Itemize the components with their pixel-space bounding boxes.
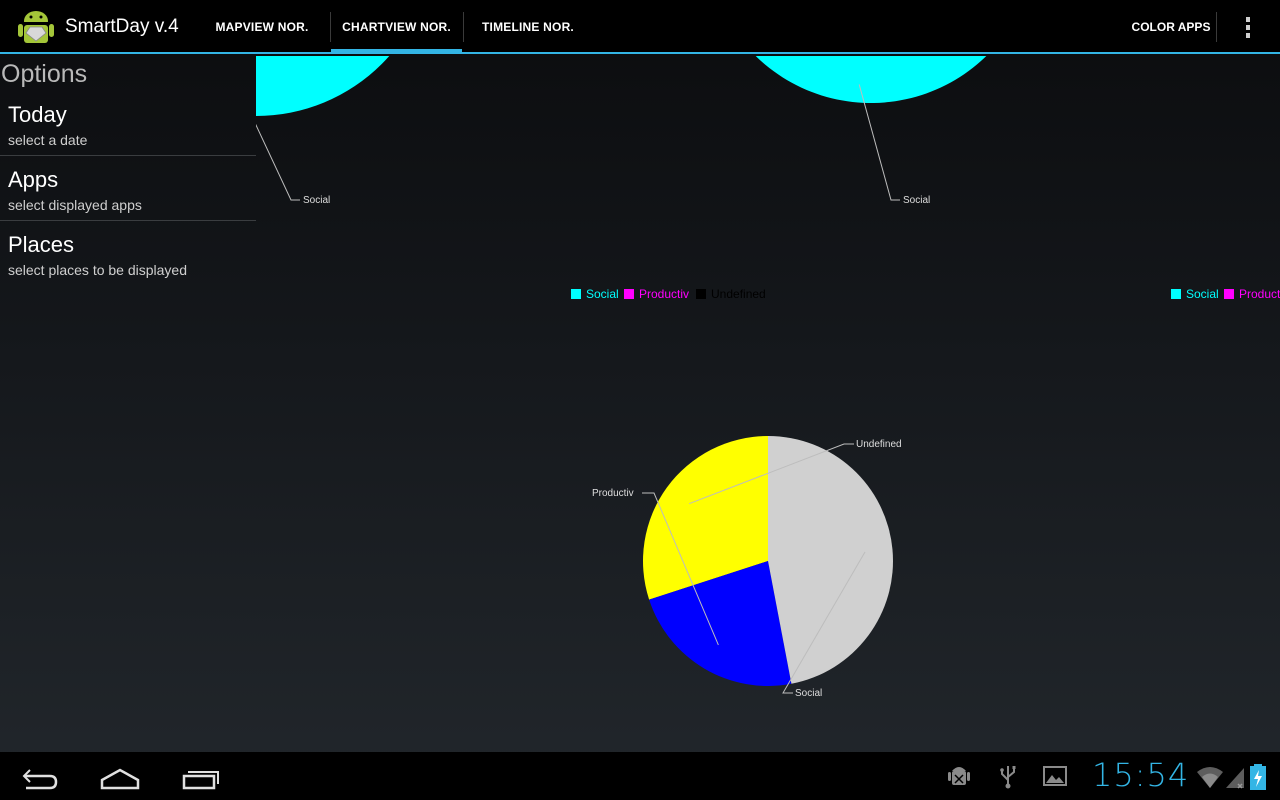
pie-slice-social — [755, 56, 987, 103]
system-bar: 15:54 — [0, 752, 1280, 800]
option-divider — [0, 220, 256, 221]
legend-item-undefined: Undefined — [696, 287, 766, 301]
action-divider — [1216, 12, 1217, 42]
usb-icon — [1000, 766, 1016, 789]
legend-label: Undefined — [711, 287, 766, 301]
legend-item-social: Social — [1171, 287, 1219, 301]
option-places[interactable]: Places select places to be displayed — [0, 232, 256, 296]
legend-swatch — [1224, 289, 1234, 299]
battery-icon — [1250, 764, 1266, 790]
app-title: SmartDay v.4 — [65, 16, 179, 37]
legend-swatch — [571, 289, 581, 299]
legend-swatch — [624, 289, 634, 299]
option-today[interactable]: Today select a date — [0, 102, 256, 166]
back-icon[interactable] — [0, 756, 80, 796]
status-clock: 15:54 — [1092, 756, 1190, 794]
chart-area: Social Social Undefined Productiv Social Soc… — [256, 56, 1280, 752]
home-icon[interactable] — [80, 756, 160, 796]
tab-mapview[interactable]: MAPVIEW NOR. — [204, 0, 320, 52]
wifi-icon — [1197, 767, 1223, 788]
color-apps-button[interactable]: COLOR APPS — [1124, 0, 1218, 52]
legend-label: Social — [586, 287, 619, 301]
tab-timeline[interactable]: TIMELINE NOR. — [470, 0, 586, 52]
legend-label: Product — [1239, 287, 1280, 301]
option-title: Places — [8, 232, 75, 257]
tab-chartview[interactable]: CHARTVIEW NOR. — [331, 0, 462, 54]
option-subtitle: select a date — [8, 132, 88, 148]
pie-slice-social — [768, 436, 893, 684]
pie-label-social: Social — [795, 688, 822, 699]
option-subtitle: select displayed apps — [8, 197, 142, 213]
option-divider — [0, 155, 256, 156]
legend-item-product: Product — [1224, 287, 1280, 301]
android-robot-icon[interactable] — [16, 7, 56, 47]
legend-label: Social — [1186, 287, 1219, 301]
legend-label: Productiv — [639, 287, 690, 301]
overflow-menu-icon[interactable] — [1228, 10, 1268, 44]
pie-label-productiv: Productiv — [592, 488, 634, 499]
pie-label-undefined: Undefined — [856, 439, 902, 450]
pie-slice-social — [256, 56, 390, 116]
recent-apps-icon[interactable] — [160, 756, 240, 796]
option-title: Today — [8, 102, 67, 127]
pie-label-social: Social — [303, 195, 330, 206]
legend-item-productiv: Productiv — [624, 287, 689, 301]
android-debug-icon — [948, 767, 970, 785]
gallery-icon — [1043, 766, 1067, 786]
action-bar: SmartDay v.4 MAPVIEW NOR. CHARTVIEW NOR.… — [0, 0, 1280, 54]
pie-label-social: Social — [903, 195, 930, 206]
tab-divider — [463, 12, 464, 42]
options-title: Options — [1, 60, 88, 88]
legend-swatch — [1171, 289, 1181, 299]
pie-charts: Social Social Undefined Productiv Social — [256, 56, 987, 699]
option-title: Apps — [8, 167, 59, 192]
legend-swatch — [696, 289, 706, 299]
option-apps[interactable]: Apps select displayed apps — [0, 167, 256, 231]
legend-item-social: Social — [571, 287, 619, 301]
option-subtitle: select places to be displayed — [8, 262, 187, 278]
